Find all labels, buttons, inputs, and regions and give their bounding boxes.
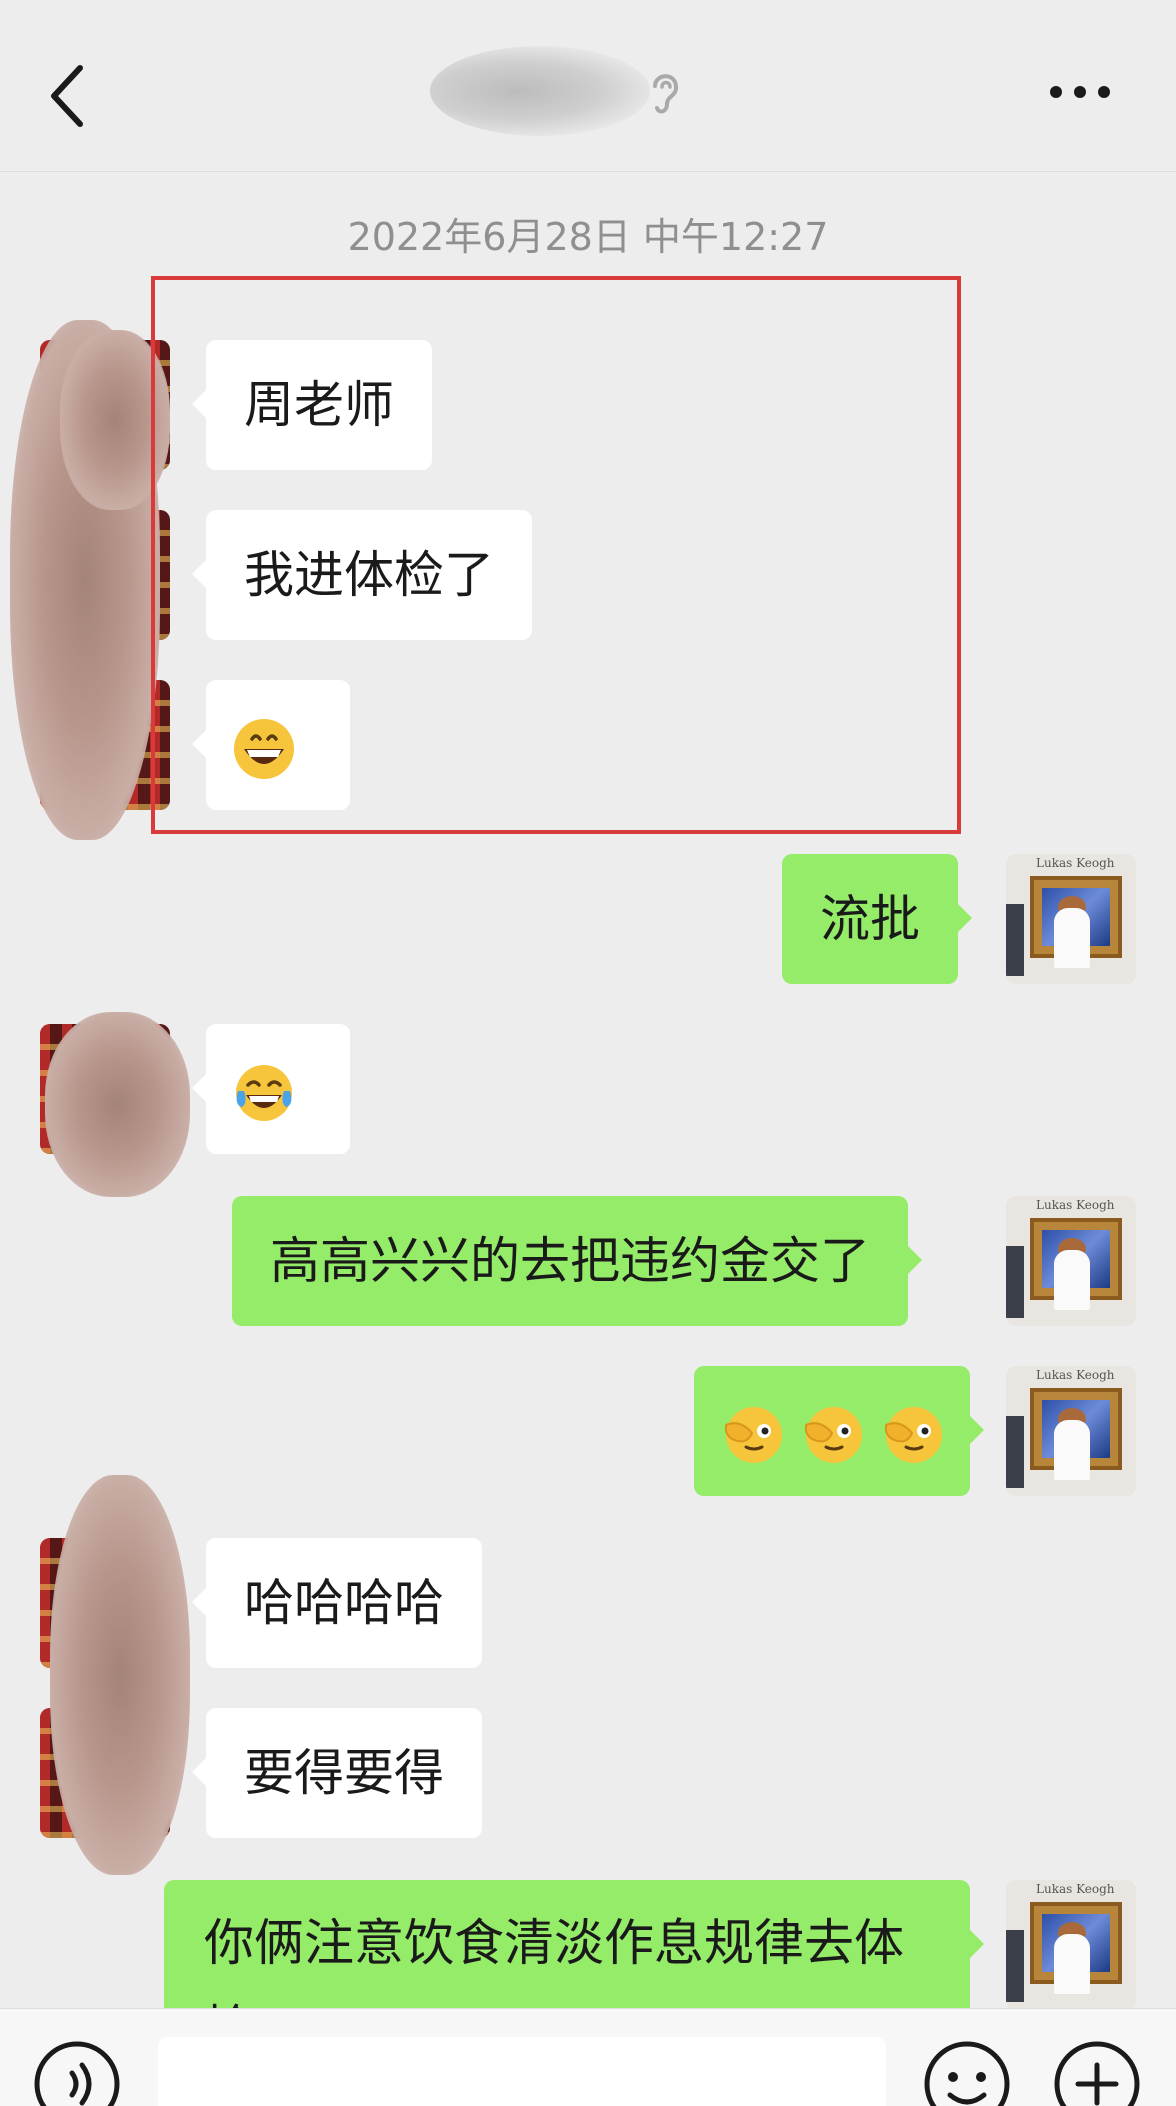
message-text: 我进体检了 (244, 546, 494, 604)
plus-circle-icon (1054, 2041, 1140, 2106)
input-toolbar (0, 2008, 1176, 2106)
redaction-blur (45, 1012, 190, 1197)
outgoing-message-bubble[interactable]: 流批 (782, 854, 972, 984)
user-avatar[interactable]: Lukas Keogh (1006, 1880, 1136, 2010)
contact-name (420, 30, 650, 150)
chat-screen: 2022年6月28日 中午12:27 周老师 我进体检了 流批 Lukas Ke… (0, 0, 1176, 2106)
incoming-message-bubble[interactable]: 哈哈哈哈 (192, 1538, 482, 1668)
message-text: 周老师 (244, 376, 394, 434)
more-functions-button[interactable] (1052, 2039, 1142, 2106)
message-text: 哈哈哈哈 (244, 1574, 444, 1632)
message-text: 流批 (820, 890, 920, 948)
message-text: 要得要得 (244, 1744, 444, 1802)
face-palm-icon (804, 1406, 862, 1463)
face-palm-icon (884, 1406, 942, 1463)
message-input[interactable] (158, 2037, 886, 2106)
grinning-face-icon (234, 718, 294, 779)
chat-title (420, 30, 700, 150)
emoji-button[interactable] (922, 2039, 1012, 2106)
user-avatar[interactable]: Lukas Keogh (1006, 1196, 1136, 1326)
tears-of-joy-icon (236, 1064, 292, 1121)
more-horizontal-icon (1050, 86, 1110, 98)
voice-icon (34, 2041, 120, 2106)
smiley-icon (924, 2041, 1010, 2106)
voice-input-button[interactable] (32, 2039, 122, 2106)
user-avatar[interactable]: Lukas Keogh (1006, 1366, 1136, 1496)
incoming-message-bubble[interactable] (192, 680, 350, 810)
incoming-message-bubble[interactable] (192, 1024, 350, 1154)
chevron-left-icon (51, 65, 83, 127)
user-avatar[interactable]: Lukas Keogh (1006, 854, 1136, 984)
outgoing-message-bubble[interactable] (694, 1366, 984, 1496)
outgoing-message-bubble[interactable]: 高高兴兴的去把违约金交了 (232, 1196, 922, 1326)
redaction-blur (50, 1475, 190, 1875)
more-options-button[interactable] (1040, 72, 1120, 112)
message-timestamp: 2022年6月28日 中午12:27 (347, 215, 829, 259)
back-button[interactable] (40, 56, 100, 136)
incoming-message-bubble[interactable]: 周老师 (192, 340, 432, 470)
message-text: 高高兴兴的去把违约金交了 (270, 1232, 870, 1290)
incoming-message-bubble[interactable]: 我进体检了 (192, 510, 532, 640)
ear-icon (653, 74, 679, 114)
chat-header (0, 0, 1176, 172)
incoming-message-bubble[interactable]: 要得要得 (192, 1708, 482, 1838)
face-palm-icon (725, 1406, 782, 1463)
